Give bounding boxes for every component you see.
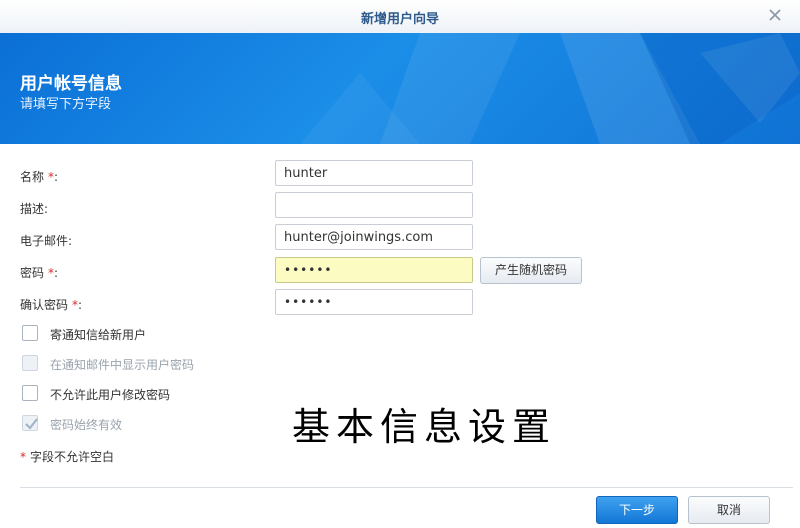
disallow-password-change-checkbox[interactable] (22, 385, 38, 401)
description-input[interactable] (275, 192, 473, 218)
required-field-note: * 字段不允许空白 (20, 448, 114, 465)
password-never-expires-label: 密码始终有效 (50, 418, 123, 432)
send-notification-label: 寄通知信给新用户 (50, 328, 147, 342)
name-input[interactable]: hunter (275, 160, 473, 186)
footer-divider (20, 487, 793, 488)
password-label: 密码 *: (20, 264, 58, 281)
confirm-password-input[interactable]: •••••• (275, 289, 473, 315)
email-input-value: hunter@joinwings.com (284, 230, 433, 245)
show-password-label: 在通知邮件中显示用户密码 (50, 358, 195, 372)
password-label-text: 密码 (20, 266, 45, 280)
email-label: 电子邮件: (20, 234, 73, 248)
confirm-label-text: 确认密码 (20, 298, 69, 312)
cancel-button[interactable]: 取消 (688, 496, 770, 524)
checkmark-icon (25, 418, 38, 430)
generate-password-button[interactable]: 产生随机密码 (480, 257, 582, 284)
header-banner: 用户帐号信息 请填写下方字段 (0, 33, 800, 144)
close-icon[interactable] (766, 6, 784, 24)
disallow-password-change-label: 不允许此用户修改密码 (50, 388, 171, 402)
name-label-colon: : (54, 170, 59, 184)
banner-heading: 用户帐号信息 (20, 74, 122, 94)
required-note-star: * (20, 450, 26, 464)
confirm-password-mask: •••••• (284, 295, 333, 309)
password-label-colon: : (54, 266, 59, 280)
handwritten-annotation: 基本信息设置 (292, 405, 557, 449)
email-input[interactable]: hunter@joinwings.com (275, 224, 473, 250)
banner-subheading: 请填写下方字段 (20, 97, 112, 112)
confirm-label-colon: : (78, 298, 83, 312)
name-input-value: hunter (284, 166, 328, 181)
password-input-mask: •••••• (284, 263, 333, 277)
name-label: 名称 *: (20, 168, 58, 185)
window-title: 新增用户向导 (360, 12, 439, 27)
send-notification-checkbox[interactable] (22, 325, 38, 341)
next-button[interactable]: 下一步 (596, 496, 678, 524)
name-label-text: 名称 (20, 170, 45, 184)
required-note-text: 字段不允许空白 (30, 450, 115, 464)
title-bar: 新增用户向导 (0, 0, 800, 34)
description-label: 描述: (20, 202, 49, 216)
confirm-password-label: 确认密码 *: (20, 296, 82, 313)
show-password-checkbox (22, 355, 38, 371)
password-never-expires-checkbox (22, 415, 38, 431)
password-input[interactable]: •••••• (275, 257, 473, 283)
